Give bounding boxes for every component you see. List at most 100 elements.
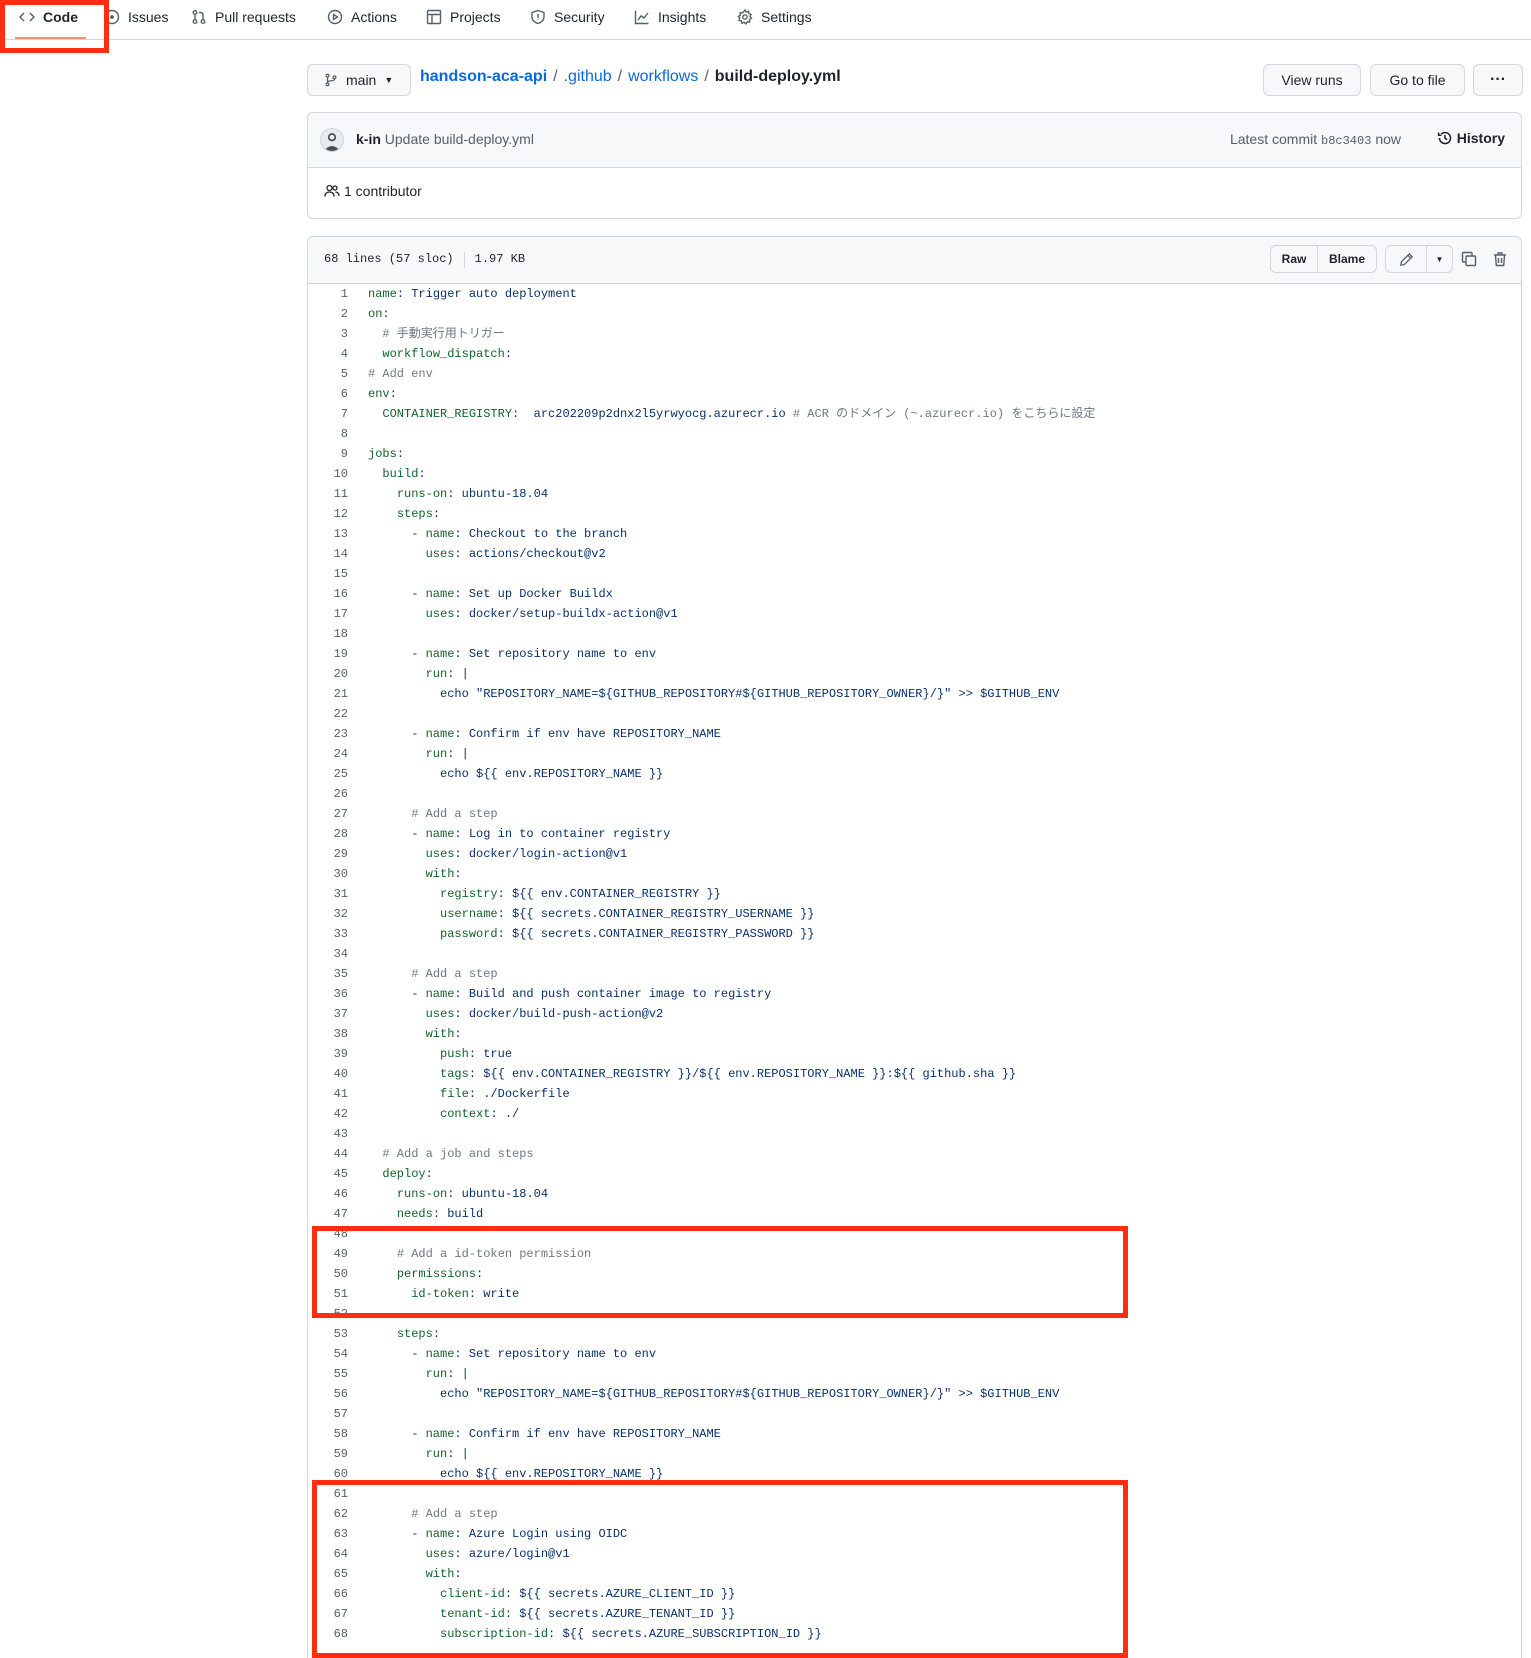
line-number[interactable]: 56 bbox=[308, 1384, 348, 1404]
breadcrumb-separator: / bbox=[553, 68, 558, 85]
line-number[interactable]: 54 bbox=[308, 1344, 348, 1364]
line-number[interactable]: 19 bbox=[308, 644, 348, 664]
line-number[interactable]: 61 bbox=[308, 1484, 348, 1504]
line-number[interactable]: 12 bbox=[308, 504, 348, 524]
line-number[interactable]: 11 bbox=[308, 484, 348, 504]
tab-security[interactable]: Security bbox=[530, 0, 605, 33]
commit-message[interactable]: Update build-deploy.yml bbox=[385, 131, 534, 147]
raw-label: Raw bbox=[1281, 252, 1307, 266]
view-runs-button[interactable]: View runs bbox=[1263, 64, 1361, 96]
tab-insights[interactable]: Insights bbox=[634, 0, 706, 33]
tab-code[interactable]: Code bbox=[15, 0, 86, 39]
tab-security-label: Security bbox=[554, 8, 605, 25]
line-number[interactable]: 1 bbox=[308, 284, 348, 304]
line-number[interactable]: 62 bbox=[308, 1504, 348, 1524]
line-number[interactable]: 30 bbox=[308, 864, 348, 884]
line-number[interactable]: 63 bbox=[308, 1524, 348, 1544]
line-number[interactable]: 10 bbox=[308, 464, 348, 484]
line-number[interactable]: 34 bbox=[308, 944, 348, 964]
line-number[interactable]: 51 bbox=[308, 1284, 348, 1304]
line-number[interactable]: 4 bbox=[308, 344, 348, 364]
line-number[interactable]: 3 bbox=[308, 324, 348, 344]
line-number[interactable]: 42 bbox=[308, 1104, 348, 1124]
raw-button[interactable]: Raw bbox=[1270, 245, 1318, 273]
line-number[interactable]: 64 bbox=[308, 1544, 348, 1564]
commit-author[interactable]: k-in bbox=[356, 131, 381, 147]
history-link[interactable]: History bbox=[1437, 130, 1505, 146]
line-number[interactable]: 46 bbox=[308, 1184, 348, 1204]
line-number[interactable]: 47 bbox=[308, 1204, 348, 1224]
line-content: subscription-id: ${{ secrets.AZURE_SUBSC… bbox=[440, 1627, 822, 1641]
line-number[interactable]: 40 bbox=[308, 1064, 348, 1084]
line-number[interactable]: 18 bbox=[308, 624, 348, 644]
copy-button[interactable] bbox=[1461, 251, 1479, 269]
line-number[interactable]: 57 bbox=[308, 1404, 348, 1424]
line-number[interactable]: 14 bbox=[308, 544, 348, 564]
line-number[interactable]: 7 bbox=[308, 404, 348, 424]
line-number[interactable]: 21 bbox=[308, 684, 348, 704]
line-number[interactable]: 16 bbox=[308, 584, 348, 604]
line-number[interactable]: 37 bbox=[308, 1004, 348, 1024]
line-number[interactable]: 48 bbox=[308, 1224, 348, 1244]
line-number[interactable]: 26 bbox=[308, 784, 348, 804]
line-number[interactable]: 33 bbox=[308, 924, 348, 944]
line-number[interactable]: 23 bbox=[308, 724, 348, 744]
code-line: 17 uses: docker/setup-buildx-action@v1 bbox=[308, 604, 1521, 624]
blame-button[interactable]: Blame bbox=[1317, 245, 1377, 273]
line-number[interactable]: 15 bbox=[308, 564, 348, 584]
breadcrumb-github-link[interactable]: .github bbox=[564, 68, 612, 85]
line-number[interactable]: 43 bbox=[308, 1124, 348, 1144]
more-options-button[interactable]: ··· bbox=[1473, 64, 1523, 96]
tab-projects[interactable]: Projects bbox=[426, 0, 501, 33]
line-number[interactable]: 17 bbox=[308, 604, 348, 624]
edit-dropdown-button[interactable]: ▼ bbox=[1426, 245, 1453, 273]
line-number[interactable]: 6 bbox=[308, 384, 348, 404]
line-number[interactable]: 38 bbox=[308, 1024, 348, 1044]
line-number[interactable]: 58 bbox=[308, 1424, 348, 1444]
go-to-file-button[interactable]: Go to file bbox=[1370, 64, 1465, 96]
line-number[interactable]: 66 bbox=[308, 1584, 348, 1604]
line-number[interactable]: 22 bbox=[308, 704, 348, 724]
line-number[interactable]: 36 bbox=[308, 984, 348, 1004]
line-number[interactable]: 59 bbox=[308, 1444, 348, 1464]
line-number[interactable]: 44 bbox=[308, 1144, 348, 1164]
line-number[interactable]: 50 bbox=[308, 1264, 348, 1284]
breadcrumb-workflows-link[interactable]: workflows bbox=[628, 68, 698, 85]
tab-actions[interactable]: Actions bbox=[327, 0, 397, 33]
line-number[interactable]: 29 bbox=[308, 844, 348, 864]
line-number[interactable]: 5 bbox=[308, 364, 348, 384]
line-number[interactable]: 32 bbox=[308, 904, 348, 924]
line-number[interactable]: 60 bbox=[308, 1464, 348, 1484]
line-number[interactable]: 24 bbox=[308, 744, 348, 764]
avatar[interactable] bbox=[320, 128, 344, 152]
line-number[interactable]: 67 bbox=[308, 1604, 348, 1624]
branch-select-button[interactable]: main ▼ bbox=[307, 64, 411, 96]
edit-button[interactable] bbox=[1385, 245, 1427, 273]
line-number[interactable]: 13 bbox=[308, 524, 348, 544]
line-number[interactable]: 41 bbox=[308, 1084, 348, 1104]
breadcrumb-repo-link[interactable]: handson-aca-api bbox=[420, 68, 547, 85]
line-number[interactable]: 20 bbox=[308, 664, 348, 684]
tab-settings[interactable]: Settings bbox=[737, 0, 812, 33]
line-number[interactable]: 39 bbox=[308, 1044, 348, 1064]
line-number[interactable]: 45 bbox=[308, 1164, 348, 1184]
line-number[interactable]: 28 bbox=[308, 824, 348, 844]
line-number[interactable]: 31 bbox=[308, 884, 348, 904]
line-number[interactable]: 8 bbox=[308, 424, 348, 444]
line-number[interactable]: 25 bbox=[308, 764, 348, 784]
tab-issues[interactable]: Issues bbox=[104, 0, 168, 33]
line-number[interactable]: 27 bbox=[308, 804, 348, 824]
line-number[interactable]: 68 bbox=[308, 1624, 348, 1644]
contributors[interactable]: 1 contributor bbox=[324, 183, 422, 199]
tab-pull-requests[interactable]: Pull requests bbox=[191, 0, 296, 33]
delete-button[interactable] bbox=[1492, 251, 1510, 269]
line-number[interactable]: 9 bbox=[308, 444, 348, 464]
line-number[interactable]: 65 bbox=[308, 1564, 348, 1584]
line-number[interactable]: 35 bbox=[308, 964, 348, 984]
commit-sha[interactable]: b8c3403 bbox=[1321, 134, 1371, 148]
line-number[interactable]: 55 bbox=[308, 1364, 348, 1384]
line-number[interactable]: 53 bbox=[308, 1324, 348, 1344]
line-number[interactable]: 49 bbox=[308, 1244, 348, 1264]
line-number[interactable]: 52 bbox=[308, 1304, 348, 1324]
line-number[interactable]: 2 bbox=[308, 304, 348, 324]
